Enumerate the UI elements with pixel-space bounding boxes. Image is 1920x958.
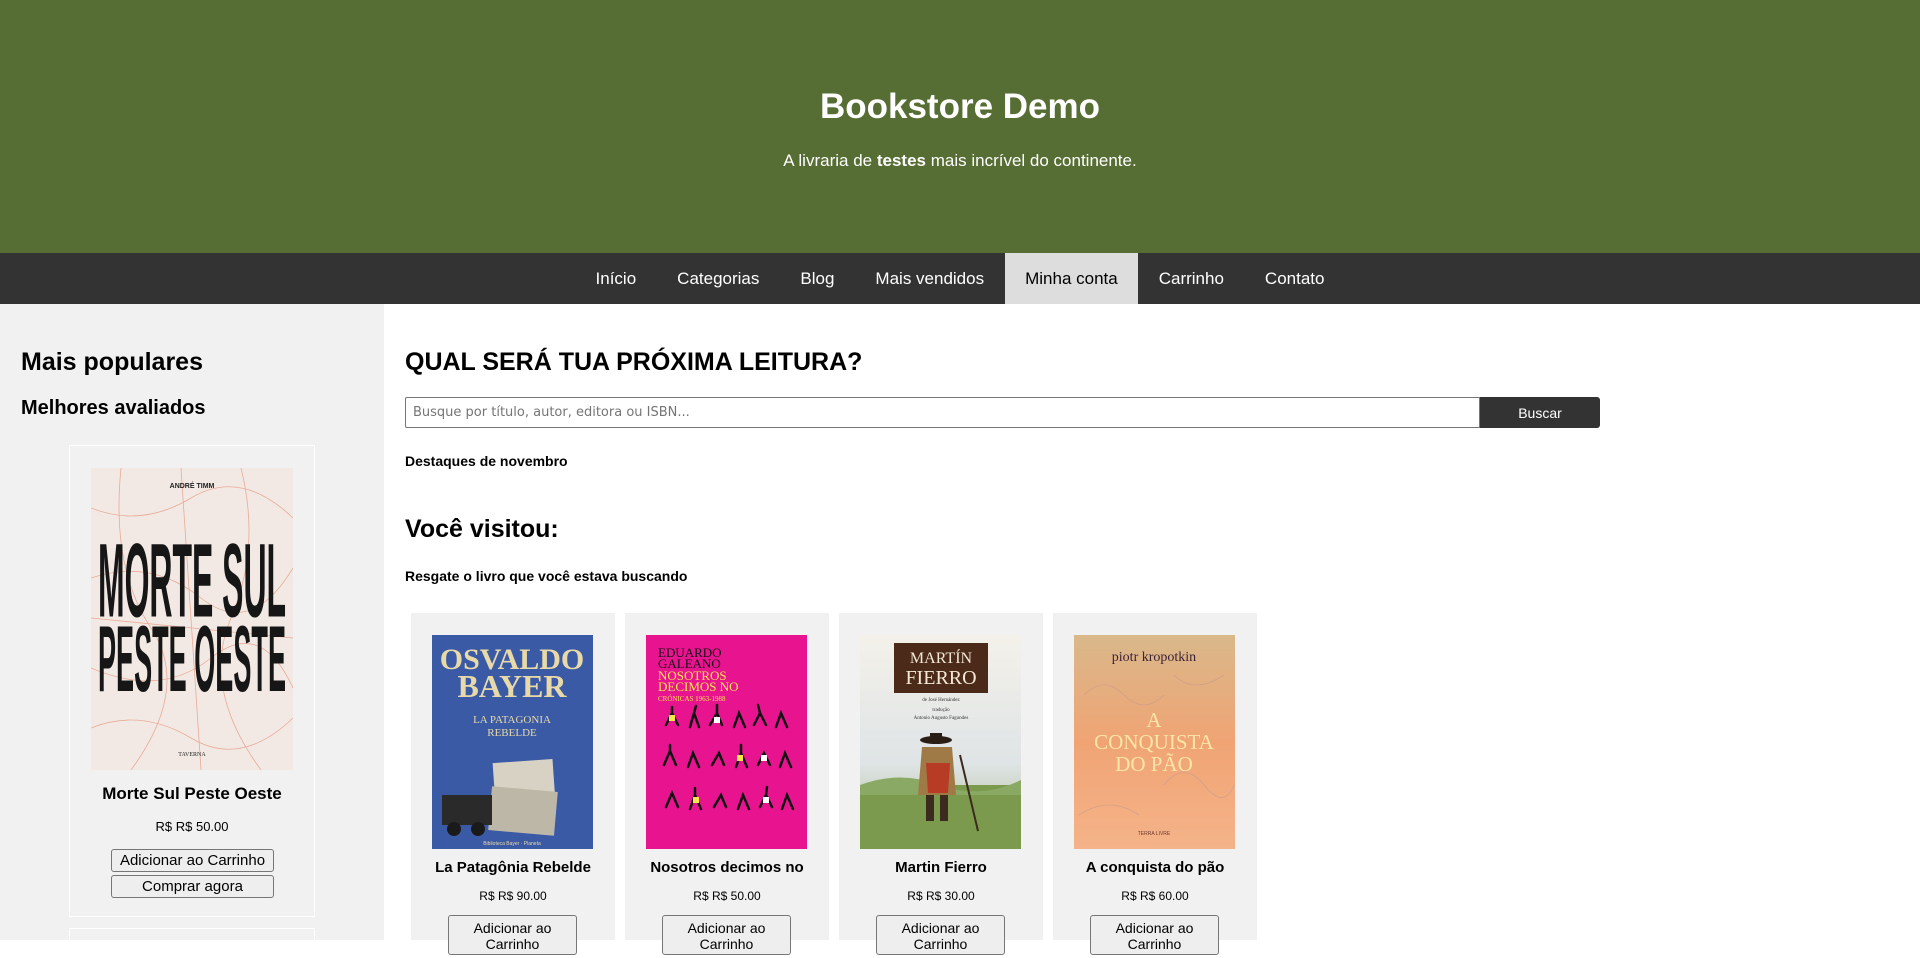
book-title[interactable]: A conquista do pão [1053, 858, 1257, 878]
svg-text:A: A [1146, 708, 1162, 732]
buy-now-button[interactable]: Comprar agora [111, 875, 274, 898]
main-nav: Início Categorias Blog Mais vendidos Min… [0, 253, 1920, 304]
svg-text:LA PATAGONIA: LA PATAGONIA [473, 714, 551, 726]
visited-heading: Você visitou: [405, 515, 559, 543]
svg-text:PESTE OESTE: PESTE OESTE [98, 608, 286, 712]
book-cover-nosotros-decimos-no[interactable]: EDUARDO GALEANO NOSOTROS DECIMOS NO CRÓN… [646, 635, 807, 849]
featured-book-card-next [69, 928, 315, 958]
svg-text:CONQUISTA: CONQUISTA [1094, 730, 1214, 754]
book-price: R$ R$ 60.00 [1121, 889, 1189, 903]
svg-text:DECIMOS NO: DECIMOS NO [658, 679, 739, 694]
svg-text:REBELDE: REBELDE [487, 727, 537, 739]
book-cover-morte-sul-peste-oeste[interactable]: ANDRÉ TIMM MORTE SUL PESTE OESTE TAVERNA [91, 468, 293, 770]
nav-item-blog[interactable]: Blog [780, 253, 855, 304]
book-price: R$ R$ 50.00 [693, 889, 761, 903]
book-title[interactable]: Nosotros decimos no [625, 858, 829, 878]
featured-book-price: R$ R$ 50.00 [155, 819, 229, 834]
book-price: R$ R$ 90.00 [479, 889, 547, 903]
sidebar-subtitle: Melhores avaliados [21, 397, 206, 419]
book-card: MARTÍN FIERRO de José Hernández tradução… [839, 613, 1043, 955]
svg-text:DO PÃO: DO PÃO [1115, 752, 1193, 776]
book-price: R$ R$ 30.00 [907, 889, 975, 903]
site-tagline: A livraria de testes mais incrível do co… [0, 150, 1920, 172]
add-to-cart-button[interactable]: Adicionar ao Carrinho [876, 915, 1005, 955]
svg-text:de José Hernández: de José Hernández [922, 698, 960, 703]
search-button[interactable]: Buscar [1480, 397, 1600, 428]
featured-book-title[interactable]: Morte Sul Peste Oeste [70, 783, 314, 805]
book-cover-martin-fierro[interactable]: MARTÍN FIERRO de José Hernández tradução… [860, 635, 1021, 849]
highlights-label: Destaques de novembro [405, 453, 568, 469]
sidebar: Mais populares Melhores avaliados ANDRÉ … [0, 304, 384, 958]
svg-text:Biblioteca Bayer · Planeta: Biblioteca Bayer · Planeta [483, 841, 541, 847]
nav-item-contato[interactable]: Contato [1244, 253, 1345, 304]
nav-item-carrinho[interactable]: Carrinho [1138, 253, 1244, 304]
book-title[interactable]: La Patagônia Rebelde [411, 858, 615, 878]
book-cover-a-conquista-do-pao[interactable]: piotr kropotkin A CONQUISTA DO PÃO TERRA… [1074, 635, 1235, 849]
svg-text:ANDRÉ TIMM: ANDRÉ TIMM [170, 481, 215, 490]
search-input[interactable] [405, 397, 1480, 428]
nav-item-minha-conta[interactable]: Minha conta [1004, 253, 1139, 304]
visited-subtitle: Resgate o livro que você estava buscando [405, 568, 688, 584]
book-cover-la-patagonia-rebelde[interactable]: OSVALDO BAYER LA PATAGONIA REBELDE Bibli… [432, 635, 593, 849]
add-to-cart-button[interactable]: Adicionar ao Carrinho [448, 915, 577, 955]
tagline-part-2: mais incrível do continente. [930, 151, 1137, 170]
svg-text:Antonio Augusto Fagundes: Antonio Augusto Fagundes [914, 716, 969, 721]
nav-item-inicio[interactable]: Início [575, 253, 657, 304]
svg-text:TAVERNA: TAVERNA [178, 752, 206, 758]
tagline-part-1: A livraria de [783, 151, 873, 170]
add-to-cart-button[interactable]: Adicionar ao Carrinho [662, 915, 791, 955]
book-card: piotr kropotkin A CONQUISTA DO PÃO TERRA… [1053, 613, 1257, 955]
svg-text:tradução: tradução [932, 708, 950, 713]
featured-book-card: ANDRÉ TIMM MORTE SUL PESTE OESTE TAVERNA… [69, 445, 315, 917]
nav-item-categorias[interactable]: Categorias [657, 253, 780, 304]
add-to-cart-button[interactable]: Adicionar ao Carrinho [111, 849, 274, 872]
site-title: Bookstore Demo [819, 87, 1101, 126]
book-card: OSVALDO BAYER LA PATAGONIA REBELDE Bibli… [411, 613, 615, 955]
svg-text:FIERRO: FIERRO [905, 667, 976, 689]
svg-text:CRÓNICAS 1963-1988: CRÓNICAS 1963-1988 [658, 695, 726, 703]
add-to-cart-button[interactable]: Adicionar ao Carrinho [1090, 915, 1219, 955]
svg-text:MARTÍN: MARTÍN [910, 648, 973, 667]
svg-text:piotr kropotkin: piotr kropotkin [1112, 650, 1196, 665]
tagline-bold: testes [876, 151, 926, 170]
svg-text:TERRA LIVRE: TERRA LIVRE [1138, 831, 1171, 837]
site-header: Bookstore Demo A livraria de testes mais… [0, 0, 1920, 253]
book-title[interactable]: Martin Fierro [839, 858, 1043, 878]
sidebar-title: Mais populares [21, 348, 203, 376]
book-card: EDUARDO GALEANO NOSOTROS DECIMOS NO CRÓN… [625, 613, 829, 955]
svg-text:BAYER: BAYER [457, 668, 567, 704]
nav-item-mais-vendidos[interactable]: Mais vendidos [855, 253, 1005, 304]
search-heading: QUAL SERÁ TUA PRÓXIMA LEITURA? [405, 348, 863, 376]
